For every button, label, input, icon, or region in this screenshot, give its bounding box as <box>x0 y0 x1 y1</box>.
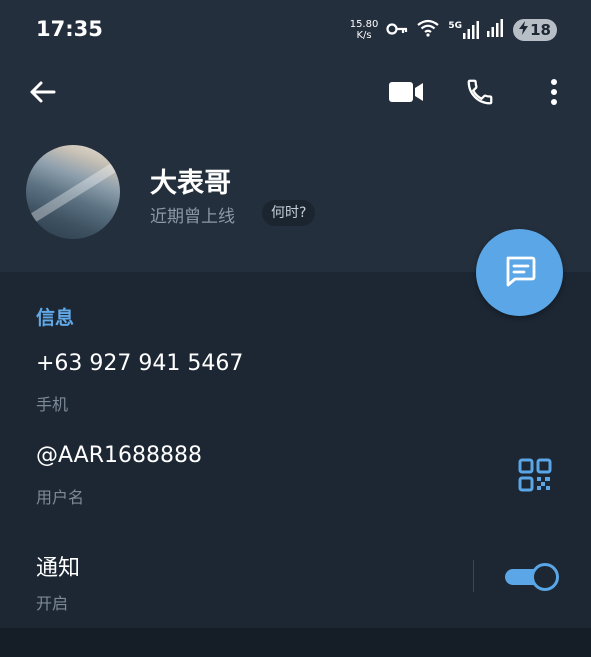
notifications-title[interactable]: 通知 <box>36 550 80 582</box>
notifications-toggle[interactable] <box>505 562 559 591</box>
network-speed-value: 15.80 <box>349 19 379 30</box>
last-seen-status: 近期曾上线 <box>150 207 235 227</box>
more-vertical-icon <box>550 78 558 110</box>
phone-icon <box>465 77 495 111</box>
phone-label: 手机 <box>36 395 69 414</box>
status-bar: 17:35 15.80 K/s 5G 18 <box>0 0 591 60</box>
profile-row: 大表哥 近期曾上线 何时? <box>0 140 591 240</box>
toolbar <box>0 66 591 122</box>
qr-code-button[interactable] <box>518 458 552 492</box>
qr-code-icon <box>518 458 552 496</box>
avatar[interactable] <box>26 145 120 239</box>
more-options-button[interactable] <box>536 76 572 112</box>
last-seen-when-button[interactable]: 何时? <box>262 200 316 226</box>
network-speed: 15.80 K/s <box>350 19 379 41</box>
network-speed-unit: K/s <box>356 30 372 41</box>
cell-signal-icon-5g: 5G <box>448 21 479 39</box>
video-call-button[interactable] <box>388 76 424 112</box>
phone-number[interactable]: +63 927 941 5467 <box>36 351 243 376</box>
username[interactable]: @AAR1688888 <box>36 443 202 468</box>
info-section: 信息 +63 927 941 5467 手机 @AAR1688888 用户名 通… <box>0 272 591 628</box>
voice-call-button[interactable] <box>462 76 498 112</box>
row-divider <box>473 560 474 592</box>
video-camera-icon <box>388 80 424 108</box>
arrow-left-icon <box>28 80 56 108</box>
vpn-key-icon <box>386 21 408 40</box>
info-section-title: 信息 <box>36 307 75 329</box>
message-icon <box>501 252 539 294</box>
profile-screen: 17:35 15.80 K/s 5G 18 大表哥 近期曾上线 何时? 信息 +… <box>0 0 591 657</box>
wifi-icon <box>416 19 440 41</box>
battery-indicator: 18 <box>513 19 557 41</box>
send-message-button[interactable] <box>476 229 563 316</box>
contact-name: 大表哥 <box>150 168 231 199</box>
bottom-strip <box>0 628 591 657</box>
battery-bolt-icon <box>519 21 529 39</box>
username-label: 用户名 <box>36 488 85 507</box>
battery-level: 18 <box>530 21 551 39</box>
notifications-status: 开启 <box>36 594 69 613</box>
status-time: 17:35 <box>36 17 103 41</box>
cell-signal-icon <box>487 19 505 41</box>
back-button[interactable] <box>24 76 60 112</box>
signal-label: 5G <box>448 21 462 31</box>
status-icons: 15.80 K/s 5G 18 <box>350 16 557 44</box>
toggle-knob <box>531 563 559 591</box>
